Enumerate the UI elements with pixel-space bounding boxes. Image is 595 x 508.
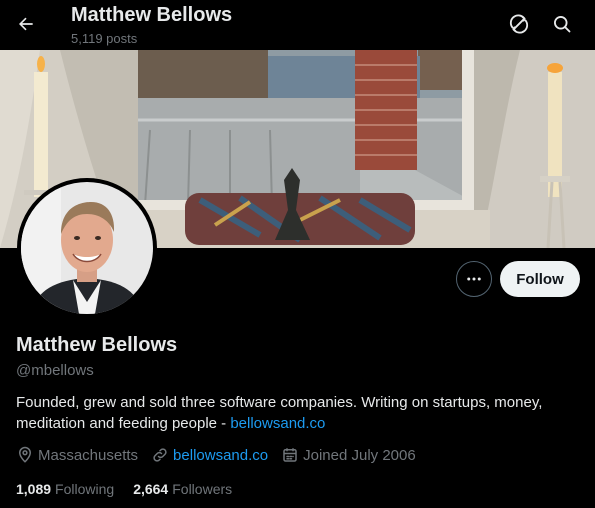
profile-bio: Founded, grew and sold three software co…: [16, 392, 581, 434]
profile-handle: @mbellows: [16, 362, 94, 379]
profile-meta: Massachusetts bellowsand.co Joined July …: [16, 445, 429, 465]
search-button[interactable]: [546, 8, 578, 40]
joined-text: Joined July 2006: [303, 446, 416, 464]
location-item: Massachusetts: [16, 446, 138, 464]
post-count: 5,119 posts: [71, 31, 138, 46]
following-link[interactable]: 1,089 Following: [16, 481, 114, 497]
search-icon: [554, 16, 571, 33]
website-link[interactable]: bellowsand.co: [173, 447, 268, 464]
link-icon: [153, 448, 167, 462]
follow-button[interactable]: Follow: [500, 261, 580, 297]
followers-label: Followers: [172, 481, 233, 497]
more-icon: [467, 277, 481, 281]
profile-stats: 1,089 Following 2,664 Followers: [16, 479, 251, 499]
back-button[interactable]: [12, 7, 40, 41]
joined-item: Joined July 2006: [281, 446, 416, 464]
following-label: Following: [55, 481, 115, 497]
calendar-icon: [283, 448, 297, 462]
profile-name: Matthew Bellows: [16, 334, 178, 356]
arrow-left-icon: [19, 17, 33, 31]
more-options-button[interactable]: [456, 261, 492, 297]
refresh-button[interactable]: [503, 8, 535, 40]
bio-link[interactable]: bellowsand.co: [230, 415, 325, 432]
top-bar: Matthew Bellows 5,119 posts: [0, 0, 595, 50]
refresh-icon: [509, 14, 529, 34]
following-count: 1,089: [16, 481, 52, 497]
followers-count: 2,664: [133, 481, 169, 497]
followers-link[interactable]: 2,664 Followers: [133, 481, 232, 497]
header-title: Matthew Bellows: [71, 4, 233, 26]
avatar-photo: [21, 182, 153, 314]
website-item: bellowsand.co: [151, 446, 268, 464]
location-pin-icon: [18, 446, 32, 463]
avatar[interactable]: [17, 178, 157, 318]
location-text: Massachusetts: [38, 446, 139, 464]
